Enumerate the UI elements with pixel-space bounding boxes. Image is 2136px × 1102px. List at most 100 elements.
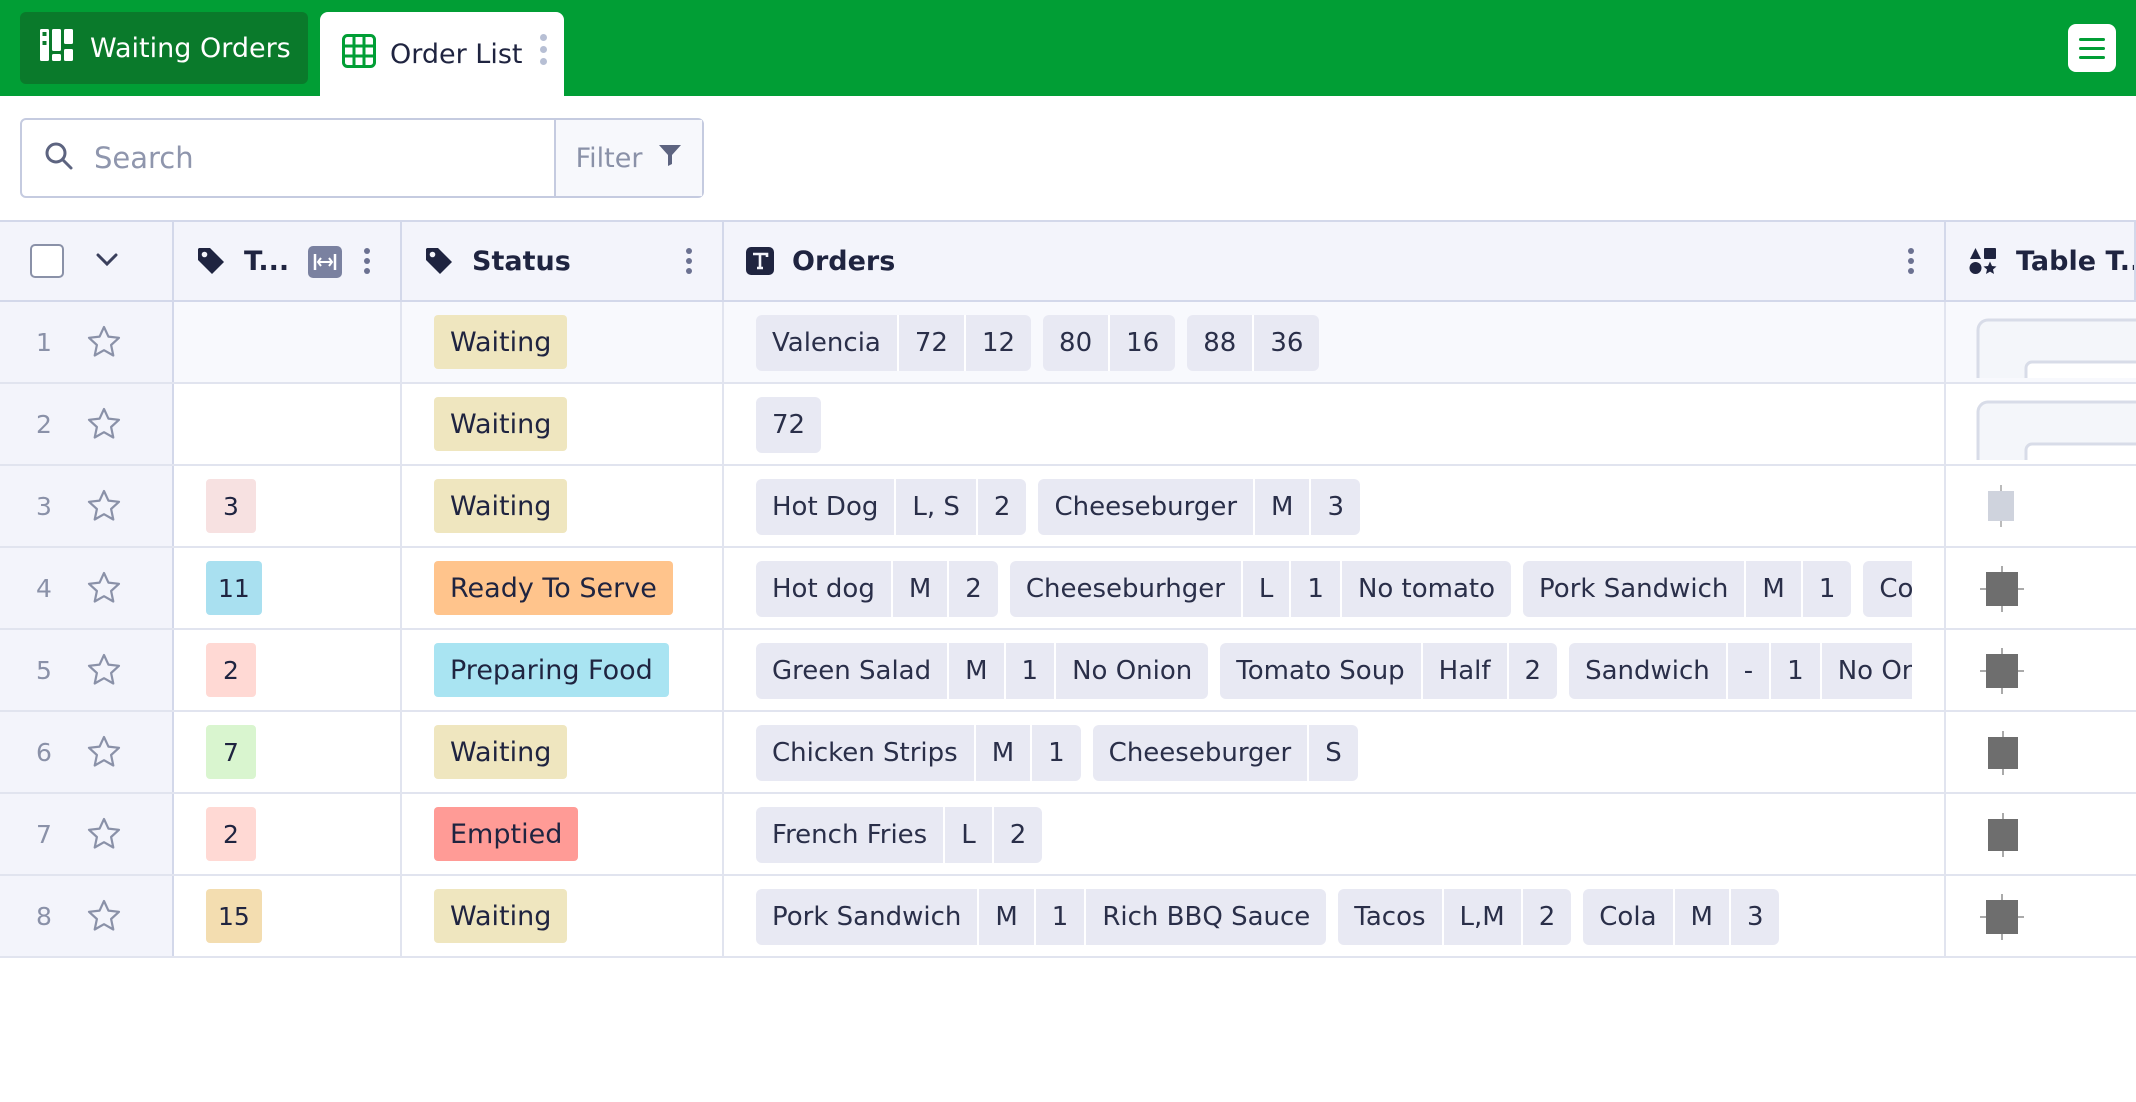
order-item-field: Rich BBQ Sauce bbox=[1084, 889, 1326, 945]
row-select-cell[interactable]: 8 bbox=[0, 876, 174, 956]
table-number-cell[interactable]: 2 bbox=[174, 630, 402, 710]
star-icon[interactable] bbox=[86, 406, 122, 442]
table-layout-cell[interactable] bbox=[1946, 302, 2136, 382]
order-item-chip[interactable]: Tacos L,M 2 bbox=[1338, 889, 1572, 945]
row-select-cell[interactable]: 2 bbox=[0, 384, 174, 464]
table-layout-cell[interactable] bbox=[1946, 630, 2136, 710]
order-item-chip[interactable]: Cheeseburger S bbox=[1092, 725, 1358, 781]
table-number-cell[interactable]: 15 bbox=[174, 876, 402, 956]
star-icon[interactable] bbox=[86, 324, 122, 360]
search-field[interactable] bbox=[22, 120, 556, 196]
star-icon[interactable] bbox=[86, 816, 122, 852]
table-row[interactable]: 2 Waiting 72 bbox=[0, 384, 2136, 466]
orders-cell[interactable]: French Fries L 2 bbox=[724, 794, 1946, 874]
status-cell[interactable]: Waiting bbox=[402, 876, 724, 956]
select-all-checkbox[interactable] bbox=[30, 244, 64, 278]
status-cell[interactable]: Emptied bbox=[402, 794, 724, 874]
orders-cell[interactable]: Green Salad M 1 No Onion Tomato Soup Half 2 San… bbox=[724, 630, 1946, 710]
column-menu-button[interactable] bbox=[686, 248, 694, 278]
order-items: 72 bbox=[756, 397, 1912, 453]
status-cell[interactable]: Preparing Food bbox=[402, 630, 724, 710]
hamburger-menu-button[interactable] bbox=[2068, 24, 2116, 72]
table-number-cell[interactable] bbox=[174, 384, 402, 464]
star-icon[interactable] bbox=[86, 898, 122, 934]
order-item-chip[interactable]: Cola M 3 bbox=[1583, 889, 1780, 945]
table-row[interactable]: 7 2 Emptied French Fries L 2 bbox=[0, 794, 2136, 876]
table-layout-cell[interactable] bbox=[1946, 384, 2136, 464]
orders-cell[interactable]: Valencia 72 12 80 16 88 36 bbox=[724, 302, 1946, 382]
order-item-chip[interactable]: Chicken Strips M 1 bbox=[756, 725, 1081, 781]
row-select-cell[interactable]: 7 bbox=[0, 794, 174, 874]
menu-line bbox=[2079, 46, 2105, 50]
order-item-field: Tacos bbox=[1354, 902, 1426, 932]
order-item-chip[interactable]: Cheeseburger M 3 bbox=[1038, 479, 1360, 535]
order-item-chip[interactable]: 88 36 bbox=[1187, 315, 1320, 371]
filter-button[interactable]: Filter bbox=[556, 120, 702, 196]
table-row[interactable]: 6 7 Waiting Chicken Strips M 1 Cheeseburger S bbox=[0, 712, 2136, 794]
orders-cell[interactable]: Hot Dog L, S 2 Cheeseburger M 3 bbox=[724, 466, 1946, 546]
star-icon[interactable] bbox=[86, 734, 122, 770]
status-cell[interactable]: Waiting bbox=[402, 384, 724, 464]
tab-order-list[interactable]: Order List bbox=[320, 12, 564, 96]
table-layout-cell[interactable] bbox=[1946, 794, 2136, 874]
table-number-cell[interactable]: 2 bbox=[174, 794, 402, 874]
table-number-cell[interactable] bbox=[174, 302, 402, 382]
row-select-cell[interactable]: 3 bbox=[0, 466, 174, 546]
status-badge: Preparing Food bbox=[434, 643, 669, 697]
resize-icon[interactable] bbox=[308, 246, 342, 282]
order-item-chip[interactable]: 72 bbox=[756, 397, 822, 453]
row-select-cell[interactable]: 1 bbox=[0, 302, 174, 382]
order-item-chip[interactable]: Pork Sandwich M 1 bbox=[1523, 561, 1852, 617]
header-table-thumb-column[interactable]: Table T... bbox=[1946, 222, 2136, 300]
table-row[interactable]: 8 15 Waiting Pork Sandwich M 1 Rich BBQ Sauce T… bbox=[0, 876, 2136, 958]
header-orders-column[interactable]: Orders bbox=[724, 222, 1946, 300]
table-layout-cell[interactable] bbox=[1946, 548, 2136, 628]
header-status-column[interactable]: Status bbox=[402, 222, 724, 300]
order-item-field: Sandwich bbox=[1585, 656, 1710, 686]
orders-cell[interactable]: Hot dog M 2 Cheeseburhger L 1 No tomato Pork Sa… bbox=[724, 548, 1946, 628]
order-item-chip[interactable]: Valencia 72 12 bbox=[756, 315, 1032, 371]
order-item-chip[interactable]: French Fries L 2 bbox=[756, 807, 1043, 863]
table-number-cell[interactable]: 11 bbox=[174, 548, 402, 628]
orders-cell[interactable]: Chicken Strips M 1 Cheeseburger S bbox=[724, 712, 1946, 792]
order-item-field: L bbox=[943, 807, 992, 863]
tab-waiting-orders[interactable]: Waiting Orders bbox=[20, 12, 308, 84]
star-icon[interactable] bbox=[86, 488, 122, 524]
order-item-chip[interactable]: Green Salad M 1 No Onion bbox=[756, 643, 1209, 699]
table-row[interactable]: 5 2 Preparing Food Green Salad M 1 No Onion Tom… bbox=[0, 630, 2136, 712]
table-layout-cell[interactable] bbox=[1946, 712, 2136, 792]
order-item-chip[interactable]: Pork Sandwich M 1 Rich BBQ Sauce bbox=[756, 889, 1327, 945]
order-item-chip[interactable]: ColaS2 bbox=[1863, 561, 1912, 617]
star-icon[interactable] bbox=[86, 652, 122, 688]
order-item-chip[interactable]: Hot Dog L, S2 bbox=[756, 479, 1027, 535]
row-select-cell[interactable]: 4 bbox=[0, 548, 174, 628]
star-icon[interactable] bbox=[86, 570, 122, 606]
order-item-field: No tomato bbox=[1339, 561, 1511, 617]
status-cell[interactable]: Waiting bbox=[402, 712, 724, 792]
row-select-cell[interactable]: 6 bbox=[0, 712, 174, 792]
table-layout-cell[interactable] bbox=[1946, 876, 2136, 956]
status-cell[interactable]: Waiting bbox=[402, 466, 724, 546]
table-number-cell[interactable]: 3 bbox=[174, 466, 402, 546]
table-row[interactable]: 3 3 Waiting Hot Dog L, S 2 Cheeseburger M 3 bbox=[0, 466, 2136, 548]
table-row[interactable]: 1 Waiting Valencia 72 12 80 16 88 36 bbox=[0, 302, 2136, 384]
table-layout-cell[interactable] bbox=[1946, 466, 2136, 546]
orders-cell[interactable]: 72 bbox=[724, 384, 1946, 464]
order-item-chip[interactable]: Sandwich-1No Onion bbox=[1569, 643, 1912, 699]
table-number-cell[interactable]: 7 bbox=[174, 712, 402, 792]
tab-drag-handle[interactable] bbox=[540, 34, 548, 70]
column-menu-button[interactable] bbox=[364, 248, 372, 278]
order-item-chip[interactable]: Tomato Soup Half 2 bbox=[1220, 643, 1558, 699]
status-cell[interactable]: Waiting bbox=[402, 302, 724, 382]
status-cell[interactable]: Ready To Serve bbox=[402, 548, 724, 628]
row-select-cell[interactable]: 5 bbox=[0, 630, 174, 710]
order-item-chip[interactable]: 80 16 bbox=[1043, 315, 1176, 371]
search-input[interactable] bbox=[94, 141, 534, 175]
header-table-column[interactable]: T... bbox=[174, 222, 402, 300]
orders-cell[interactable]: Pork Sandwich M 1 Rich BBQ Sauce Tacos L,M 2 Co… bbox=[724, 876, 1946, 956]
table-row[interactable]: 4 11 Ready To Serve Hot dog M 2 Cheeseburhger L… bbox=[0, 548, 2136, 630]
order-item-chip[interactable]: Cheeseburhger L 1 No tomato bbox=[1009, 561, 1512, 617]
chevron-down-icon[interactable] bbox=[96, 252, 118, 271]
column-menu-button[interactable] bbox=[1908, 248, 1916, 278]
order-item-chip[interactable]: Hot dog M 2 bbox=[756, 561, 998, 617]
